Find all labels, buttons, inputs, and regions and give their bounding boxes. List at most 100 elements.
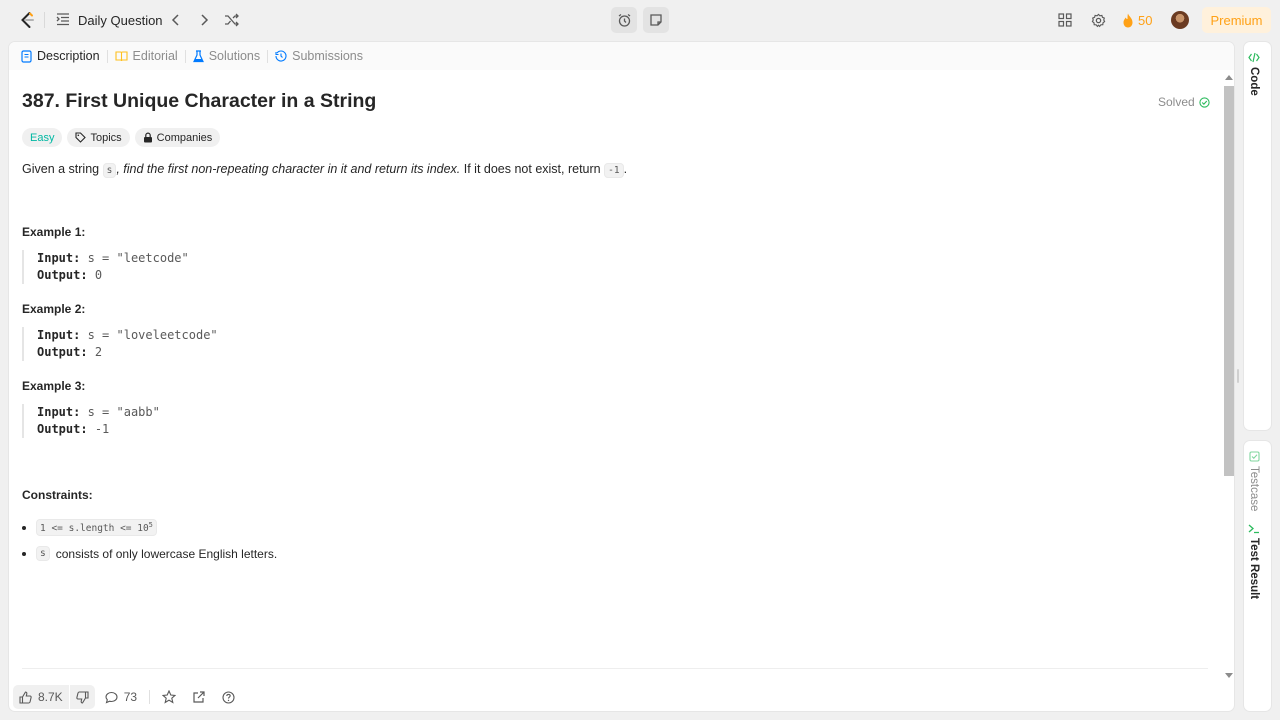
difficulty-badge: Easy: [22, 128, 63, 147]
daily-question-label: Daily Question: [78, 12, 163, 28]
thumbs-up-icon: [19, 690, 32, 704]
check-circle-icon: [1199, 96, 1210, 108]
share-button[interactable]: [192, 690, 205, 704]
solved-label: Solved: [1158, 95, 1195, 109]
topics-button[interactable]: Topics: [67, 128, 130, 147]
example-heading: Example 1:: [22, 225, 86, 239]
lock-icon: [143, 132, 152, 143]
footer-divider: [22, 668, 1208, 669]
code-side-panel: Code: [1243, 41, 1272, 431]
companies-label: Companies: [156, 131, 213, 144]
timer-button[interactable]: [611, 7, 637, 33]
tab-submissions-label: Submissions: [292, 49, 364, 63]
example-block: Input: s = "leetcode" Output: 0: [22, 250, 189, 284]
footer-divider: [149, 690, 151, 704]
leetcode-logo-icon[interactable]: [17, 10, 37, 30]
notes-button[interactable]: [643, 7, 669, 33]
scroll-up-arrow-icon[interactable]: [1225, 74, 1233, 80]
example-output: 0: [94, 268, 103, 282]
tab-test-result[interactable]: Test Result: [1248, 523, 1260, 599]
tab-description-label: Description: [37, 49, 100, 63]
example-block: Input: s = "loveleetcode" Output: 2: [22, 327, 218, 361]
scrollbar-thumb[interactable]: [1224, 86, 1234, 476]
desc-suffix: If it does not exist, return: [460, 162, 601, 176]
tab-solutions-label: Solutions: [208, 49, 261, 63]
streak-counter[interactable]: 50: [1122, 10, 1152, 30]
layout-button[interactable]: [1055, 10, 1075, 30]
avatar[interactable]: [1171, 11, 1189, 29]
tab-divider: [267, 49, 269, 63]
daily-question-button[interactable]: Daily Question: [56, 10, 163, 30]
next-question-button[interactable]: [194, 10, 214, 30]
scrollbar[interactable]: [1223, 74, 1234, 680]
tab-solutions[interactable]: Solutions: [192, 49, 261, 63]
constraint-item: 1 <= s.length <= 105: [22, 519, 157, 537]
inline-code: 1 <= s.length <= 105: [36, 519, 157, 537]
favorite-button[interactable]: [162, 690, 177, 704]
document-icon: [21, 49, 32, 63]
list-icon: [56, 12, 70, 29]
example-heading: Example 3:: [22, 379, 86, 393]
shuffle-icon: [225, 13, 239, 27]
vote-group: 8.7K: [13, 685, 95, 709]
tab-description[interactable]: Description: [21, 49, 100, 63]
checkbox-icon: [1248, 451, 1260, 462]
prev-question-button[interactable]: [166, 10, 186, 30]
problem-description: Given a string s, find the first non-rep…: [22, 162, 628, 178]
test-side-panel: Testcase Test Result: [1243, 440, 1272, 712]
constraint-code: 1 <= s.length <= 10: [40, 523, 149, 535]
star-icon: [162, 690, 177, 704]
comments-button[interactable]: 73: [105, 690, 137, 704]
panel-resize-handle[interactable]: [1237, 369, 1239, 383]
chevron-right-icon: [201, 14, 209, 26]
tab-code-label: Code: [1248, 67, 1260, 96]
question-circle-icon: [222, 690, 235, 704]
external-link-icon: [193, 690, 205, 703]
tab-editorial[interactable]: Editorial: [114, 49, 178, 63]
dislike-button[interactable]: [70, 690, 95, 704]
thumbs-down-icon: [75, 690, 89, 704]
desc-end: .: [623, 162, 628, 176]
constraint-exponent: 5: [148, 521, 153, 529]
tab-submissions[interactable]: Submissions: [275, 49, 363, 63]
comment-count: 73: [123, 690, 138, 704]
random-question-button[interactable]: [222, 10, 242, 30]
like-button[interactable]: 8.7K: [13, 690, 69, 704]
example-input: s = "leetcode": [87, 251, 189, 265]
tab-code[interactable]: Code: [1248, 52, 1260, 96]
output-label: Output:: [37, 268, 88, 282]
panel-tabs: Description Editorial Solutions Submissi…: [9, 42, 1234, 70]
input-label: Input:: [37, 405, 81, 419]
tab-editorial-label: Editorial: [132, 49, 178, 63]
help-button[interactable]: [222, 690, 235, 704]
top-bar: Daily Question 50 Premium: [0, 0, 1280, 40]
code-icon: [1248, 52, 1260, 63]
settings-button[interactable]: [1088, 10, 1108, 30]
example-block: Input: s = "aabb" Output: -1: [22, 404, 160, 438]
topics-label: Topics: [90, 131, 122, 144]
constraint-text: consists of only lowercase English lette…: [55, 546, 278, 561]
comment-icon: [105, 691, 118, 703]
example-output: 2: [94, 345, 103, 359]
example-output: -1: [94, 422, 110, 436]
tag-icon: [75, 132, 87, 143]
premium-button[interactable]: Premium: [1202, 7, 1271, 33]
terminal-icon: [1248, 524, 1259, 534]
constraints-heading: Constraints:: [22, 488, 93, 502]
flask-icon: [192, 49, 204, 62]
example-input: s = "aabb": [87, 405, 160, 419]
companies-button[interactable]: Companies: [134, 128, 221, 147]
output-label: Output:: [37, 422, 88, 436]
tab-testcase[interactable]: Testcase: [1248, 451, 1260, 511]
divider: [44, 12, 45, 28]
input-label: Input:: [37, 328, 81, 342]
gear-icon: [1091, 13, 1105, 27]
example-input: s = "loveleetcode": [87, 328, 218, 342]
grid-layout-icon: [1058, 13, 1072, 27]
problem-tags: Easy Topics Companies: [22, 128, 221, 147]
desc-prefix: Given a string: [22, 162, 100, 176]
scroll-down-arrow-icon[interactable]: [1225, 673, 1233, 679]
streak-count: 50: [1138, 12, 1153, 28]
bullet-dot: [22, 551, 26, 556]
desc-italic: , find the first non-repeating character…: [116, 162, 461, 176]
